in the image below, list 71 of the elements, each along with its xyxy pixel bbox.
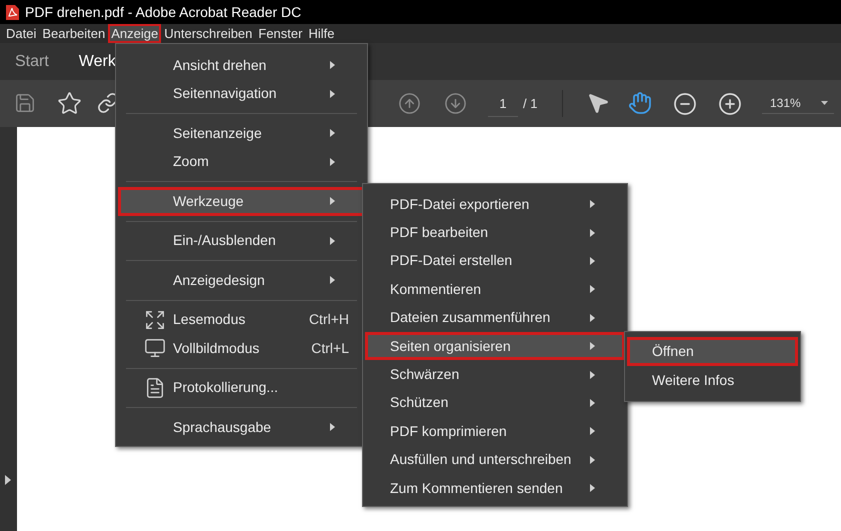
hand-icon[interactable] [628, 91, 652, 115]
menu-item[interactable]: Protokollierung... [118, 374, 365, 402]
submenu-arrow-icon [590, 456, 595, 464]
tab[interactable]: Start [15, 50, 49, 74]
save-icon[interactable] [14, 92, 36, 114]
menu-item[interactable]: Zoom [118, 148, 365, 176]
menu-item[interactable]: PDF bearbeiten [365, 218, 625, 247]
menu-bar-item[interactable]: Hilfe [305, 24, 338, 43]
menu-item[interactable]: Seiten organisieren [365, 332, 625, 360]
menu-item[interactable]: Schwärzen [365, 360, 625, 389]
menu-item[interactable]: Dateien zusammenführen [365, 304, 625, 332]
shortcut-text: Ctrl+H [308, 310, 349, 330]
submenu-arrow-icon [330, 423, 335, 432]
menu-bar-item[interactable]: Fenster [255, 24, 306, 43]
zoom-in-icon[interactable] [718, 92, 742, 116]
arrow-up-icon[interactable] [398, 92, 421, 115]
submenu-arrow-icon [590, 427, 595, 436]
submenu-arrow-icon [590, 314, 595, 322]
pointer-icon[interactable] [586, 91, 610, 115]
menu-bar-item[interactable]: Anzeige [108, 24, 162, 43]
menu-item[interactable]: Weitere Infos [627, 366, 798, 395]
page-total: / 1 [523, 95, 538, 113]
submenu-arrow-icon [330, 197, 335, 206]
menu-bar-item[interactable]: Bearbeiten [39, 24, 108, 43]
monitor-icon [144, 337, 166, 360]
submenu-arrow-icon [330, 158, 335, 166]
menu-item[interactable]: Ansicht drehen [118, 51, 365, 80]
menu-item[interactable]: PDF-Datei exportieren [365, 190, 625, 218]
menu-item[interactable]: Ein-/Ausblenden [118, 226, 365, 255]
submenu-arrow-icon [330, 61, 335, 70]
submenu-arrow-icon [590, 256, 595, 265]
submenu-arrow-icon [590, 398, 595, 407]
expand-icon [144, 308, 166, 331]
shortcut-text: Ctrl+L [311, 338, 349, 358]
zoom-dropdown[interactable]: 131% [762, 92, 834, 114]
menu-item[interactable]: Öffnen [627, 337, 798, 366]
menu-item[interactable]: Vollbildmodus Ctrl+L [118, 334, 365, 362]
submenu-arrow-icon [590, 370, 595, 379]
menu-item[interactable]: Kommentieren [365, 275, 625, 304]
star-icon[interactable] [57, 91, 82, 116]
menu-item[interactable]: Seitenanzeige [118, 119, 365, 148]
menu-item[interactable]: Werkzeuge [118, 187, 365, 216]
menu-item[interactable]: PDF-Datei erstellen [365, 246, 625, 276]
arrow-down-icon[interactable] [444, 92, 467, 115]
menu-item[interactable]: Seitennavigation [118, 80, 365, 108]
tab[interactable]: Werk [78, 50, 116, 74]
menu-item[interactable]: PDF komprimieren [365, 417, 625, 446]
window-title: PDF drehen.pdf - Adobe Acrobat Reader DC [25, 2, 302, 22]
submenu-arrow-icon [590, 484, 595, 492]
submenu-arrow-icon [590, 228, 595, 237]
submenu-arrow-icon [590, 200, 595, 208]
submenu-arrow-icon [330, 129, 335, 138]
menu-bar-item[interactable]: Datei [3, 24, 40, 43]
submenu-arrow-icon [330, 276, 335, 284]
caret-icon [821, 100, 828, 104]
submenu-arrow-icon [590, 342, 595, 350]
menu-bar-item[interactable]: Unterschreiben [161, 24, 256, 43]
menu-item[interactable]: Sprachausgabe [118, 413, 365, 442]
menu-item[interactable]: Lesemodus Ctrl+H [118, 306, 365, 334]
menu-item[interactable]: Zum Kommentieren senden [365, 474, 625, 502]
expand-panel-icon[interactable] [5, 475, 11, 485]
pdf-file-icon [6, 4, 19, 20]
page-number-field[interactable]: 1 [488, 94, 518, 116]
menu-item[interactable]: Anzeigedesign [118, 266, 365, 294]
document-icon [144, 376, 166, 399]
menu-item[interactable]: Schützen [365, 388, 625, 418]
submenu-arrow-icon [330, 236, 335, 245]
submenu-arrow-icon [590, 285, 595, 294]
submenu-arrow-icon [330, 90, 335, 98]
zoom-out-icon[interactable] [673, 92, 697, 116]
menu-item[interactable]: Ausfüllen und unterschreiben [365, 446, 625, 474]
